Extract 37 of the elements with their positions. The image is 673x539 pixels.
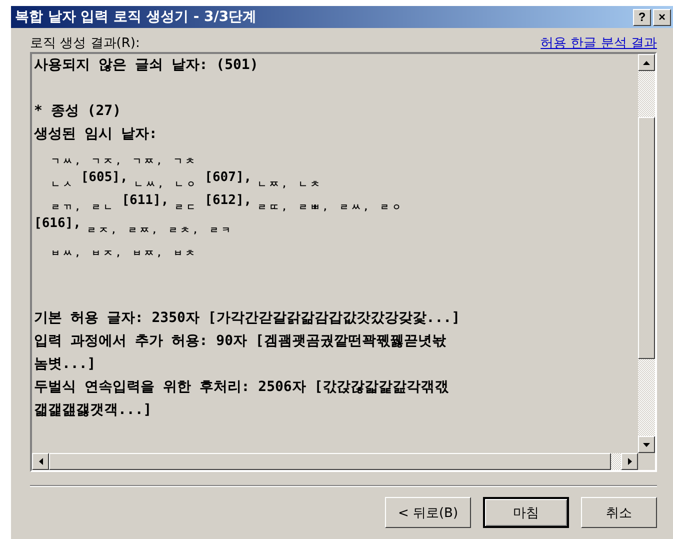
code-number: [605], xyxy=(80,169,128,187)
jamo-list: ㄱㅆ, ㄱㅈ, ㄱㅉ, ㄱㅊ xyxy=(34,155,198,169)
jamo-list: ㅂㅆ, ㅂㅈ, ㅂㅉ, ㅂㅊ xyxy=(34,247,198,261)
vertical-scrollbar[interactable] xyxy=(638,54,655,453)
code-number: [612], xyxy=(204,192,252,210)
close-button[interactable]: × xyxy=(653,8,671,26)
jamo-list: ㄴㅅ xyxy=(34,178,75,192)
scroll-right-icon xyxy=(628,458,632,465)
cancel-button[interactable]: 취소 xyxy=(581,497,657,528)
jamo-list: ㄴㅉ, ㄴㅊ xyxy=(258,178,322,192)
result-label: 로직 생성 결과(R): xyxy=(30,35,140,52)
jamo-list: ㄹㄸ, ㄹㅃ, ㄹㅆ, ㄹㅇ xyxy=(258,201,404,215)
finish-button[interactable]: 마침 xyxy=(483,497,569,528)
scroll-left-icon xyxy=(38,458,42,465)
result-text-area[interactable] xyxy=(30,52,657,472)
result-line: 놈볏...] xyxy=(34,355,96,374)
jamo-list: ㄹㄲ, ㄹㄴ xyxy=(34,201,116,215)
result-line: 기본 허용 글자: 2350자 [가각간갇갈갉갊감갑값갓갔강갖갗...] xyxy=(34,309,460,328)
scroll-down-icon xyxy=(643,442,650,446)
window-title: 복합 낱자 입력 로직 생성기 - 3/3단계 xyxy=(15,8,257,26)
result-line: 갧갩갪갫갯객...] xyxy=(34,401,152,420)
result-line: 두벌식 연속입력을 위한 후처리: 2506자 [갃갅갆갋갍갎각갞갟 xyxy=(34,378,449,397)
result-line: * 종성 (27) xyxy=(34,102,122,121)
jamo-list: ㄹㄷ xyxy=(174,201,199,215)
analysis-link[interactable]: 허용 한글 분석 결과 xyxy=(540,34,657,52)
code-number: [611], xyxy=(122,192,169,210)
code-number: [616], xyxy=(34,215,81,233)
scroll-up-icon xyxy=(643,60,650,64)
code-number: [607], xyxy=(204,169,252,187)
result-line: 사용되지 않은 글쇠 낱자: (501) xyxy=(34,56,258,75)
jamo-list: ㄴㅆ, ㄴㅇ xyxy=(134,178,199,192)
result-line: 생성된 임시 낱자: xyxy=(34,125,158,144)
result-line: 입력 과정에서 추가 허용: 90자 [겜괨괫곰궜깥떤꽉꿳꿿끋녓놗 xyxy=(34,332,446,351)
horizontal-scrollbar[interactable] xyxy=(32,453,655,470)
jamo-list: ㄹㅈ, ㄹㅉ, ㄹㅊ, ㄹㅋ xyxy=(86,224,234,238)
help-button[interactable]: ? xyxy=(633,8,651,26)
back-button[interactable]: < 뒤로(B) xyxy=(385,497,471,528)
